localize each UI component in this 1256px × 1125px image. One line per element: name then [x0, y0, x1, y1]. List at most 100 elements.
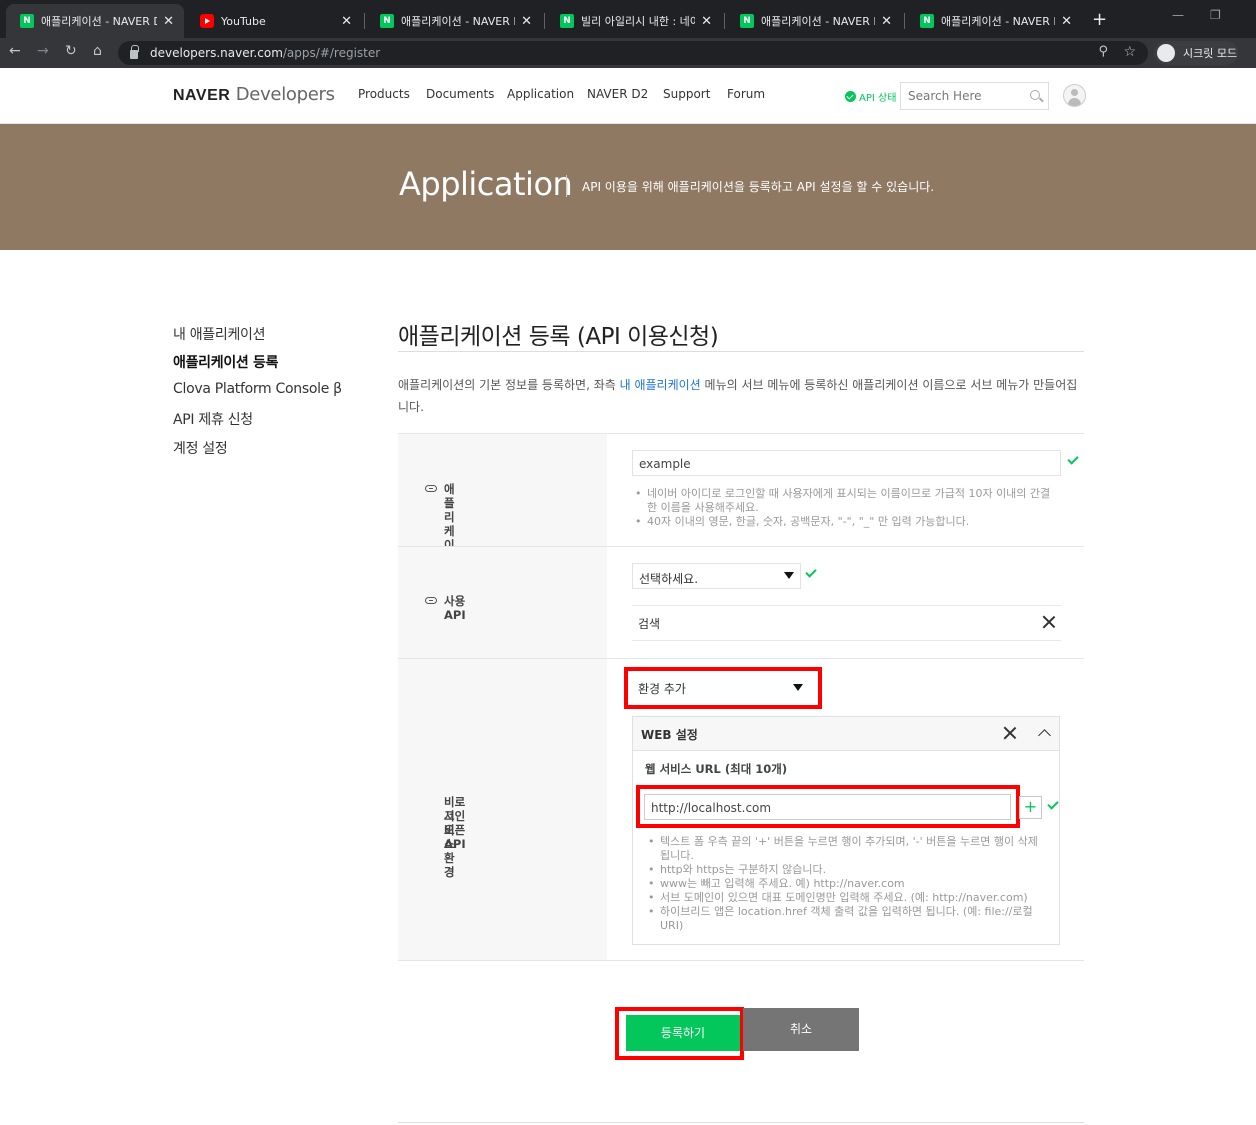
reload-icon[interactable]: ↻ [65, 43, 77, 59]
nav-naver-d2[interactable]: NAVER D2 [587, 87, 648, 101]
close-tab-icon[interactable]: ✕ [341, 14, 352, 29]
tab-title: 빌리 아일리시 내한 : 네이 [581, 15, 696, 28]
cancel-button[interactable]: 취소 [743, 1008, 859, 1051]
note-item: 40자 이내의 영문, 한글, 숫자, 공백문자, "-", "_" 만 입력 … [634, 515, 1059, 529]
nav-forum[interactable]: Forum [727, 87, 765, 101]
environment-select[interactable]: 환경 추가 [632, 674, 814, 700]
site-header: NAVER Developers Products Documents Appl… [0, 68, 1256, 124]
browser-tab[interactable]: N 애플리케이션 - NAVER De ✕ [6, 4, 184, 38]
page-description: 애플리케이션의 기본 정보를 등록하면, 좌측 내 애플리케이션 메뉴의 서브 … [398, 378, 1078, 414]
selected-api-label: 검색 [638, 617, 661, 631]
sidebar-item-my-applications[interactable]: 내 애플리케이션 [173, 324, 266, 344]
sidebar-item-register[interactable]: 애플리케이션 등록 [173, 352, 279, 372]
note-item: 하이브리드 앱은 location.href 객체 출력 값을 입력하면 됩니다… [647, 905, 1043, 933]
browser-tab[interactable]: YouTube ✕ [186, 4, 362, 38]
url-text: developers.naver.com/apps/#/register [150, 46, 381, 60]
nav-documents[interactable]: Documents [426, 87, 494, 101]
sidebar-item-api-partnership[interactable]: API 제휴 신청 [173, 409, 253, 429]
tab-title: YouTube [221, 14, 266, 28]
back-icon[interactable]: ← [9, 43, 21, 59]
naver-icon: N [20, 14, 34, 28]
close-tab-icon[interactable]: ✕ [1061, 14, 1072, 29]
note-item: http와 https는 구분하지 않습니다. [647, 863, 1043, 877]
forward-icon[interactable]: → [37, 43, 49, 59]
link-icon[interactable] [425, 485, 437, 492]
nav-products[interactable]: Products [358, 87, 410, 101]
api-status-link[interactable]: API 상태 [845, 89, 896, 104]
close-tab-icon[interactable]: ✕ [701, 14, 712, 29]
new-tab-icon[interactable]: + [1092, 9, 1107, 30]
user-avatar-icon[interactable] [1063, 84, 1086, 107]
minimize-icon[interactable]: — [1172, 8, 1184, 22]
app-name-label-cell: 애플리케이션 이름 [398, 434, 607, 594]
note-item: 네이버 아이디로 로그인할 때 사용자에게 표시되는 이름이므로 가급적 10자… [634, 487, 1059, 515]
sidebar-item-clova-console[interactable]: Clova Platform Console β [173, 381, 342, 397]
web-settings-title: WEB 설정 [641, 728, 698, 742]
browser-tab[interactable]: N 빌리 아일리시 내한 : 네이 ✕ [546, 4, 722, 38]
home-icon[interactable]: ⌂ [93, 43, 102, 59]
banner-subtitle: API 이용을 위해 애플리케이션을 등록하고 API 설정을 할 수 있습니다… [582, 180, 935, 194]
page-title: 애플리케이션 등록 (API 이용신청) [398, 324, 719, 350]
web-url-input[interactable]: http://localhost.com [644, 794, 1011, 820]
tab-title: 애플리케이션 - NAVER De [401, 15, 515, 28]
nav-application[interactable]: Application [507, 87, 574, 101]
app-name-notes: 네이버 아이디로 로그인할 때 사용자에게 표시되는 이름이므로 가급적 10자… [634, 487, 1059, 529]
add-url-button[interactable]: + [1019, 796, 1042, 819]
restore-icon[interactable]: ❐ [1210, 8, 1221, 22]
naver-icon: N [740, 14, 754, 28]
tab-divider [724, 13, 725, 29]
page-banner: Application API 이용을 위해 애플리케이션을 등록하고 API … [0, 124, 1256, 250]
collapse-up-icon[interactable] [1038, 729, 1051, 742]
remove-api-icon[interactable] [1042, 615, 1056, 629]
close-panel-icon[interactable] [1003, 726, 1017, 740]
banner-divider [566, 175, 567, 197]
api-status-label: API 상태 [859, 93, 897, 104]
banner-title: Application [399, 165, 573, 203]
incognito-icon [1157, 44, 1175, 62]
tab-divider [544, 13, 545, 29]
note-item: 텍스트 폼 우측 끝의 '+' 버튼을 누르면 행이 추가되며, '-' 버튼을… [647, 835, 1043, 863]
web-url-notes: 텍스트 폼 우측 끝의 '+' 버튼을 누르면 행이 추가되며, '-' 버튼을… [647, 835, 1043, 933]
incognito-badge[interactable]: 시크릿 모드 [1154, 41, 1238, 65]
nav-support[interactable]: Support [663, 87, 710, 101]
close-tab-icon[interactable]: ✕ [521, 14, 532, 29]
browser-tab[interactable]: N 애플리케이션 - NAVER De ✕ [906, 4, 1082, 38]
tab-title: 애플리케이션 - NAVER De [41, 15, 158, 28]
search-placeholder: Search Here [908, 89, 982, 103]
link-icon[interactable] [425, 597, 437, 604]
web-url-label: 웹 서비스 URL (최대 10개) [645, 762, 788, 776]
use-api-label-cell: 사용 API [398, 547, 607, 658]
tab-title: 애플리케이션 - NAVER De [941, 15, 1055, 28]
dropdown-arrow-icon [793, 684, 803, 691]
web-settings-header: WEB 설정 [632, 716, 1060, 751]
zoom-icon[interactable]: ⚲ [1098, 44, 1108, 59]
bookmark-star-icon[interactable]: ☆ [1123, 44, 1136, 60]
note-item: www는 빼고 입력해 주세요. 예) http://naver.com [647, 877, 1043, 891]
note-item: 서브 도메인이 있으면 대표 도메인명만 입력해 주세요. (예: http:/… [647, 891, 1043, 905]
browser-tab[interactable]: N 애플리케이션 - NAVER De ✕ [366, 4, 542, 38]
naver-developers-logo[interactable]: NAVER Developers [173, 84, 335, 105]
api-select[interactable]: 선택하세요. [632, 563, 801, 589]
close-tab-icon[interactable]: ✕ [163, 14, 174, 29]
address-bar[interactable]: developers.naver.com/apps/#/register ⚲ ☆ [118, 41, 1148, 65]
footer-divider [398, 1122, 1084, 1123]
tab-divider [364, 13, 365, 29]
browser-tab-bar: N 애플리케이션 - NAVER De ✕ YouTube ✕ N 애플리케이션… [0, 0, 1256, 38]
search-input[interactable]: Search Here [900, 82, 1049, 110]
app-name-input[interactable]: example [632, 450, 1061, 476]
dropdown-arrow-icon [784, 572, 794, 579]
environment-label-cell: 비로그인 오픈 API 서비스 환경 [398, 659, 607, 960]
register-button[interactable]: 등록하기 [626, 1015, 740, 1051]
search-icon[interactable] [1030, 90, 1040, 100]
app-name-label: 애플리케이션 이름 [421, 482, 455, 594]
naver-icon: N [560, 14, 574, 28]
tab-title: 애플리케이션 - NAVER De [761, 15, 875, 28]
my-applications-link[interactable]: 내 애플리케이션 [620, 378, 701, 392]
browser-toolbar: ← → ↻ ⌂ developers.naver.com/apps/#/regi… [0, 38, 1256, 68]
close-tab-icon[interactable]: ✕ [881, 14, 892, 29]
browser-tab[interactable]: N 애플리케이션 - NAVER De ✕ [726, 4, 902, 38]
title-divider [398, 351, 1084, 352]
naver-icon: N [380, 14, 394, 28]
sidebar-item-account-settings[interactable]: 계정 설정 [173, 438, 228, 458]
tab-divider [904, 13, 905, 29]
